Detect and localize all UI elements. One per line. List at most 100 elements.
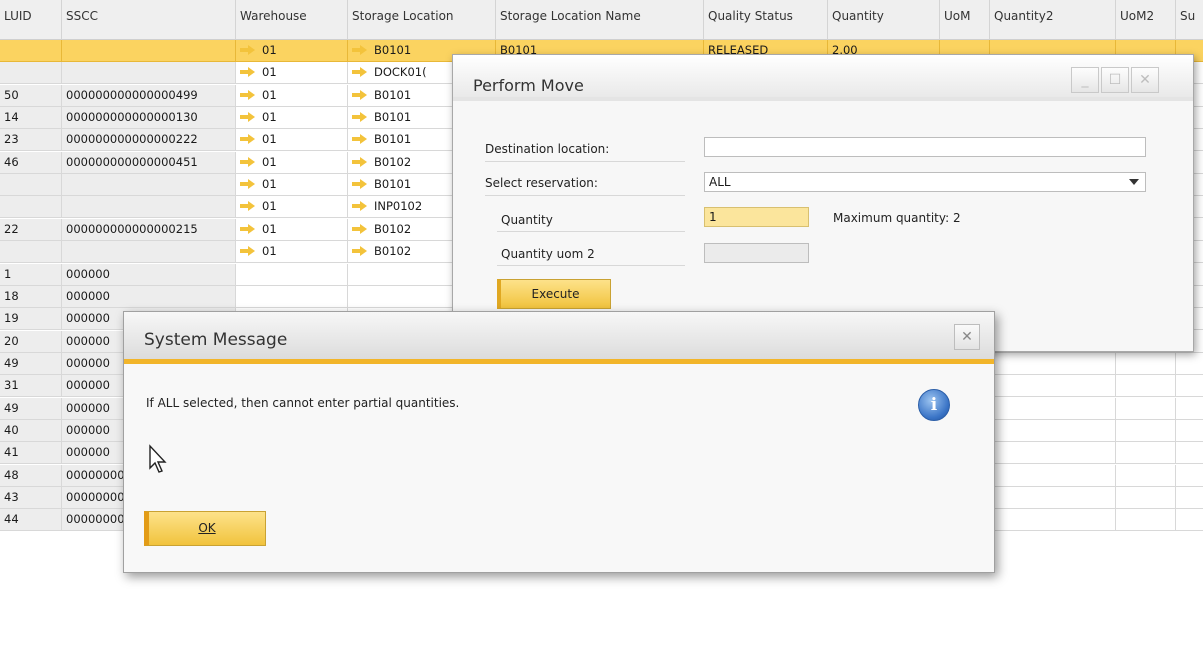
link-arrow-icon[interactable] [352,45,368,55]
system-message-title-bar[interactable]: System Message [124,312,994,364]
cell-quantity2[interactable] [990,464,1116,486]
minimize-icon[interactable]: _ [1071,67,1099,93]
cell-warehouse[interactable]: 01 [236,151,348,173]
cell-sscc[interactable]: 000000 [62,285,236,307]
cell-quantity2[interactable] [990,352,1116,374]
cell-quantity2[interactable] [990,509,1116,531]
cell-su[interactable] [1176,375,1203,396]
cell-uom2[interactable] [1116,442,1176,464]
link-arrow-icon[interactable] [352,223,368,234]
cell-warehouse[interactable]: 01 [236,129,348,151]
close-icon[interactable]: ✕ [954,324,980,350]
cell-luid[interactable]: 20 [0,330,62,352]
cell-luid[interactable]: 22 [0,218,62,240]
cell-su[interactable] [1176,509,1203,530]
link-arrow-icon[interactable] [352,112,368,123]
column-header-location[interactable]: Storage Location [348,0,496,40]
cell-luid[interactable]: 18 [0,285,62,307]
cell-warehouse[interactable]: 01 [236,62,348,84]
execute-button[interactable]: Execute [497,279,611,309]
column-header-location-name[interactable]: Storage Location Name [496,0,704,40]
cell-luid[interactable]: 31 [0,375,62,397]
cell-luid[interactable] [0,40,62,61]
cell-sscc[interactable]: 000000000000000451 [62,151,236,173]
link-arrow-icon[interactable] [240,45,256,55]
cell-warehouse[interactable]: 01 [236,84,348,106]
cell-luid[interactable]: 50 [0,84,62,106]
column-header-su[interactable]: Su [1176,0,1203,40]
quantity-uom2-input[interactable] [704,243,809,263]
link-arrow-icon[interactable] [352,246,368,257]
link-arrow-icon[interactable] [240,112,256,123]
cell-luid[interactable]: 1 [0,263,62,285]
cell-warehouse[interactable]: 01 [236,241,348,263]
column-header-warehouse[interactable]: Warehouse [236,0,348,40]
cell-luid[interactable]: 23 [0,129,62,151]
cell-sscc[interactable] [62,241,236,263]
cell-quantity2[interactable] [990,397,1116,419]
cell-luid[interactable]: 48 [0,464,62,486]
cell-warehouse[interactable] [236,285,348,307]
column-header-luid[interactable]: LUID [0,0,62,40]
cell-luid[interactable]: 46 [0,151,62,173]
cell-luid[interactable]: 44 [0,509,62,531]
cell-quantity2[interactable] [990,487,1116,508]
cell-luid[interactable]: 49 [0,397,62,419]
cell-uom2[interactable] [1116,487,1176,508]
column-header-uom2[interactable]: UoM2 [1116,0,1176,40]
cell-luid[interactable] [0,241,62,263]
cell-uom2[interactable] [1116,509,1176,531]
close-icon[interactable]: ✕ [1131,67,1159,93]
destination-location-input[interactable] [704,137,1146,157]
cell-su[interactable] [1176,398,1203,419]
cell-luid[interactable]: 19 [0,308,62,330]
cell-su[interactable] [1176,487,1203,508]
cell-warehouse[interactable]: 01 [236,40,348,61]
cell-sscc[interactable]: 000000000000000222 [62,129,236,151]
cell-warehouse[interactable]: 01 [236,218,348,240]
cell-luid[interactable] [0,62,62,84]
cell-su[interactable] [1176,353,1203,374]
cell-uom2[interactable] [1116,397,1176,419]
cell-sscc[interactable] [62,62,236,84]
cell-warehouse[interactable]: 01 [236,196,348,218]
cell-sscc[interactable]: 000000000000000499 [62,84,236,106]
link-arrow-icon[interactable] [352,89,368,100]
maximize-icon[interactable]: ☐ [1101,67,1129,93]
cell-uom2[interactable] [1116,352,1176,374]
cell-luid[interactable]: 41 [0,442,62,464]
link-arrow-icon[interactable] [352,134,368,145]
link-arrow-icon[interactable] [240,179,256,190]
cell-quantity2[interactable] [990,419,1116,441]
cell-sscc[interactable]: 000000 [62,263,236,285]
cell-warehouse[interactable] [236,263,348,285]
cell-uom2[interactable] [1116,464,1176,486]
cell-luid[interactable] [0,196,62,218]
cell-sscc[interactable] [62,174,236,196]
link-arrow-icon[interactable] [352,179,368,190]
cell-quantity2[interactable] [990,375,1116,397]
column-header-quality[interactable]: Quality Status [704,0,828,40]
link-arrow-icon[interactable] [352,67,368,78]
cell-sscc[interactable] [62,196,236,218]
cell-luid[interactable]: 43 [0,487,62,508]
link-arrow-icon[interactable] [240,156,256,167]
cell-uom2[interactable] [1116,375,1176,397]
column-header-uom[interactable]: UoM [940,0,990,40]
quantity-input[interactable]: 1 [704,207,809,227]
link-arrow-icon[interactable] [240,134,256,145]
cell-sscc[interactable]: 000000000000000215 [62,218,236,240]
cell-luid[interactable]: 40 [0,419,62,441]
cell-su[interactable] [1176,465,1203,486]
cell-quantity2[interactable] [990,442,1116,464]
cell-su[interactable] [1176,442,1203,463]
ok-button[interactable]: OK [144,511,266,546]
link-arrow-icon[interactable] [240,67,256,78]
link-arrow-icon[interactable] [352,201,368,212]
link-arrow-icon[interactable] [352,156,368,167]
link-arrow-icon[interactable] [240,201,256,212]
cell-luid[interactable]: 14 [0,107,62,129]
cell-luid[interactable] [0,174,62,196]
column-header-quantity[interactable]: Quantity [828,0,940,40]
link-arrow-icon[interactable] [240,89,256,100]
